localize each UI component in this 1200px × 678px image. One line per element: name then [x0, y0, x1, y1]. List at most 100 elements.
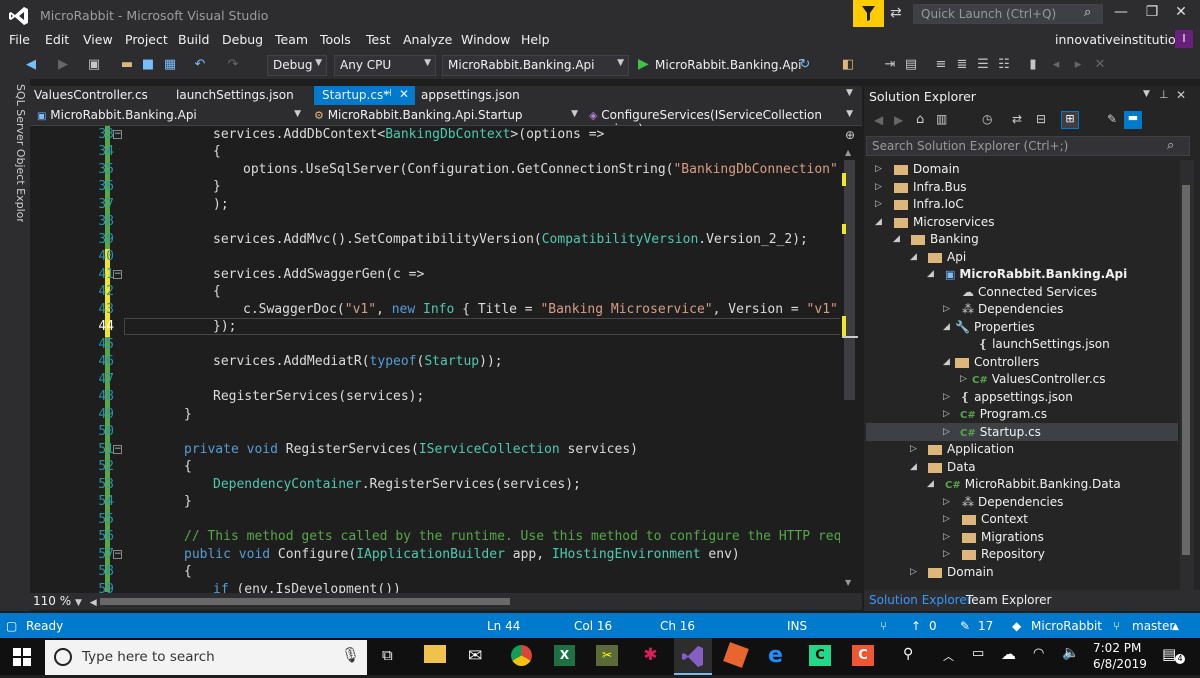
scroll-up-icon[interactable]: ▲	[845, 148, 851, 157]
tree-item-program-cs[interactable]: C# Program.cs	[960, 407, 1047, 421]
fold-toggle[interactable]: −	[113, 270, 122, 279]
branch-name[interactable]: master	[1132, 619, 1174, 633]
collapse-icon[interactable]: ◢	[910, 462, 917, 472]
comment-icon[interactable]: ☰	[975, 57, 991, 73]
save-all-icon[interactable]: ▦	[162, 57, 178, 73]
pin-icon[interactable]: ⊣	[383, 88, 392, 99]
menu-project[interactable]: Project	[125, 32, 168, 47]
clock-time[interactable]: 7:02 PM	[1093, 641, 1141, 655]
tree-item-api[interactable]: Api	[928, 250, 966, 264]
bookmark-icon[interactable]: ▮	[1025, 57, 1041, 73]
tab-startup-active[interactable]: Startup.cs* ⊣ ✕	[314, 86, 415, 105]
menu-team[interactable]: Team	[275, 32, 308, 47]
forward-icon[interactable]: ▶	[894, 113, 903, 127]
edge-icon[interactable]: e	[768, 643, 783, 668]
tab-launch-settings[interactable]: launchSettings.json	[168, 86, 302, 105]
back-icon[interactable]: ◀	[23, 57, 39, 73]
menu-edit[interactable]: Edit	[45, 32, 69, 47]
fold-toggle[interactable]: −	[113, 445, 122, 454]
solution-explorer-search-input[interactable]: Search Solution Explorer (Ctrl+;)	[866, 136, 1190, 156]
start-debugging-button[interactable]: MicroRabbit.Banking.Api	[655, 58, 801, 72]
tab-list-dropdown-icon[interactable]: ▼	[846, 88, 853, 98]
people-icon[interactable]: ⚲	[903, 646, 913, 662]
startup-project-select[interactable]: MicroRabbit.Banking.Api ▼	[442, 55, 629, 76]
forward-icon[interactable]: ▶	[55, 57, 71, 73]
tree-item-dependencies[interactable]: ⁂ Dependencies	[962, 302, 1063, 316]
close-panel-icon[interactable]: ✕	[1176, 88, 1186, 102]
properties-wrench-icon[interactable]: ✎	[1107, 112, 1117, 126]
save-icon[interactable]: ■	[140, 57, 156, 73]
editor-vertical-scrollbar[interactable]: ⊕ ▲ ▼	[840, 126, 860, 593]
tree-item-banking[interactable]: Banking	[911, 232, 979, 246]
prev-bookmark-icon[interactable]: ◂	[1048, 57, 1064, 73]
start-debugging-icon[interactable]: ▶	[638, 56, 649, 72]
git-icon[interactable]: ⑂	[880, 619, 887, 633]
menu-window[interactable]: Window	[461, 32, 510, 47]
file-explorer-icon[interactable]	[424, 645, 446, 663]
expand-icon[interactable]: ▷	[960, 374, 967, 384]
scroll-thumb[interactable]	[844, 160, 855, 400]
microphone-icon[interactable]: 🎙	[341, 646, 360, 664]
tree-item-banking-domain[interactable]: Domain	[928, 565, 994, 579]
panel-menu-icon[interactable]: ▼	[1143, 89, 1150, 99]
avatar[interactable]: I	[1175, 30, 1193, 48]
tree-item-data[interactable]: Data	[928, 460, 976, 474]
battery-icon[interactable]: ▭	[972, 646, 984, 661]
unpushed-count[interactable]: 0	[929, 619, 937, 633]
uncomment-icon[interactable]: ☷	[996, 57, 1012, 73]
pencil-icon[interactable]: ✎	[960, 619, 970, 633]
menu-help[interactable]: Help	[521, 32, 550, 47]
expand-icon[interactable]: ▷	[875, 164, 882, 174]
menu-file[interactable]: File	[9, 32, 30, 47]
tab-team-explorer[interactable]: Team Explorer	[966, 593, 1052, 607]
branch-dropdown-icon[interactable]: ▲	[1172, 622, 1179, 632]
show-hidden-icons[interactable]: ︿	[943, 648, 954, 664]
scroll-thumb[interactable]	[1182, 185, 1190, 555]
jetbrains-app-icon[interactable]: C	[809, 645, 831, 666]
expand-icon[interactable]: ▷	[910, 444, 917, 454]
fold-toggle[interactable]: −	[113, 130, 122, 139]
branch-icon[interactable]: ⑂	[1113, 619, 1120, 633]
clear-bookmarks-icon[interactable]: ✕	[1092, 57, 1108, 73]
tree-item-repository[interactable]: Repository	[962, 547, 1045, 561]
expand-icon[interactable]: ▷	[943, 532, 950, 542]
class-dropdown[interactable]: ⚙ MicroRabbit.Banking.Api.Startup ▼	[310, 107, 580, 124]
split-icon[interactable]: ⊕	[845, 128, 855, 142]
quick-launch-input[interactable]: Quick Launch (Ctrl+Q)	[913, 4, 1103, 24]
tree-item-context[interactable]: Context	[962, 512, 1028, 526]
tree-item-banking-api-project[interactable]: ▣ MicroRabbit.Banking.Api	[945, 267, 1127, 281]
search-icon[interactable]: ⌕	[1084, 5, 1091, 20]
window-layout-icon[interactable]: ▤	[903, 57, 919, 73]
close-button[interactable]: ✕	[1168, 4, 1194, 24]
menu-analyze[interactable]: Analyze	[403, 32, 452, 47]
browse-icon[interactable]: ◧	[840, 57, 856, 73]
member-dropdown[interactable]: ◈ ConfigureServices(IServiceCollection s…	[585, 107, 855, 136]
menu-test[interactable]: Test	[366, 32, 391, 47]
collapse-icon[interactable]: ◢	[910, 252, 917, 262]
project-dropdown[interactable]: ▣ MicroRabbit.Banking.Api ▼	[33, 107, 303, 124]
sync-icon[interactable]: ⇄	[1012, 112, 1022, 126]
scroll-down-icon[interactable]: ▼	[845, 578, 851, 587]
editor-horizontal-scrollbar[interactable]	[30, 593, 862, 610]
onedrive-icon[interactable]: ☁	[1001, 645, 1016, 663]
tree-item-domain[interactable]: Domain	[894, 162, 960, 176]
tree-item-application[interactable]: Application	[928, 442, 1014, 456]
close-tab-icon[interactable]: ✕	[399, 87, 409, 101]
minimize-button[interactable]: —	[1108, 4, 1134, 24]
collapse-all-icon[interactable]: ⊟	[1036, 112, 1046, 126]
task-view-icon[interactable]: ⧉	[382, 646, 393, 664]
jetbrains-app-icon[interactable]: C	[852, 645, 874, 666]
tree-item-controllers[interactable]: Controllers	[955, 355, 1039, 369]
expand-icon[interactable]: ▷	[910, 567, 917, 577]
code-editor[interactable]: − − − − 33 services.AddDbContext<Banking…	[30, 126, 840, 593]
expand-icon[interactable]: ▷	[943, 409, 950, 419]
new-project-icon[interactable]: ▣	[86, 57, 102, 73]
expand-icon[interactable]: ▷	[943, 497, 950, 507]
next-bookmark-icon[interactable]: ▸	[1070, 57, 1086, 73]
configuration-select[interactable]: Debug ▼	[267, 55, 327, 76]
maximize-button[interactable]: ❐	[1139, 4, 1165, 24]
repository-name[interactable]: MicroRabbit	[1031, 619, 1102, 633]
repository-icon[interactable]: ◆	[1012, 619, 1021, 633]
tree-item-data-dependencies[interactable]: ⁂ Dependencies	[962, 495, 1063, 509]
expand-icon[interactable]: ▷	[943, 514, 950, 524]
